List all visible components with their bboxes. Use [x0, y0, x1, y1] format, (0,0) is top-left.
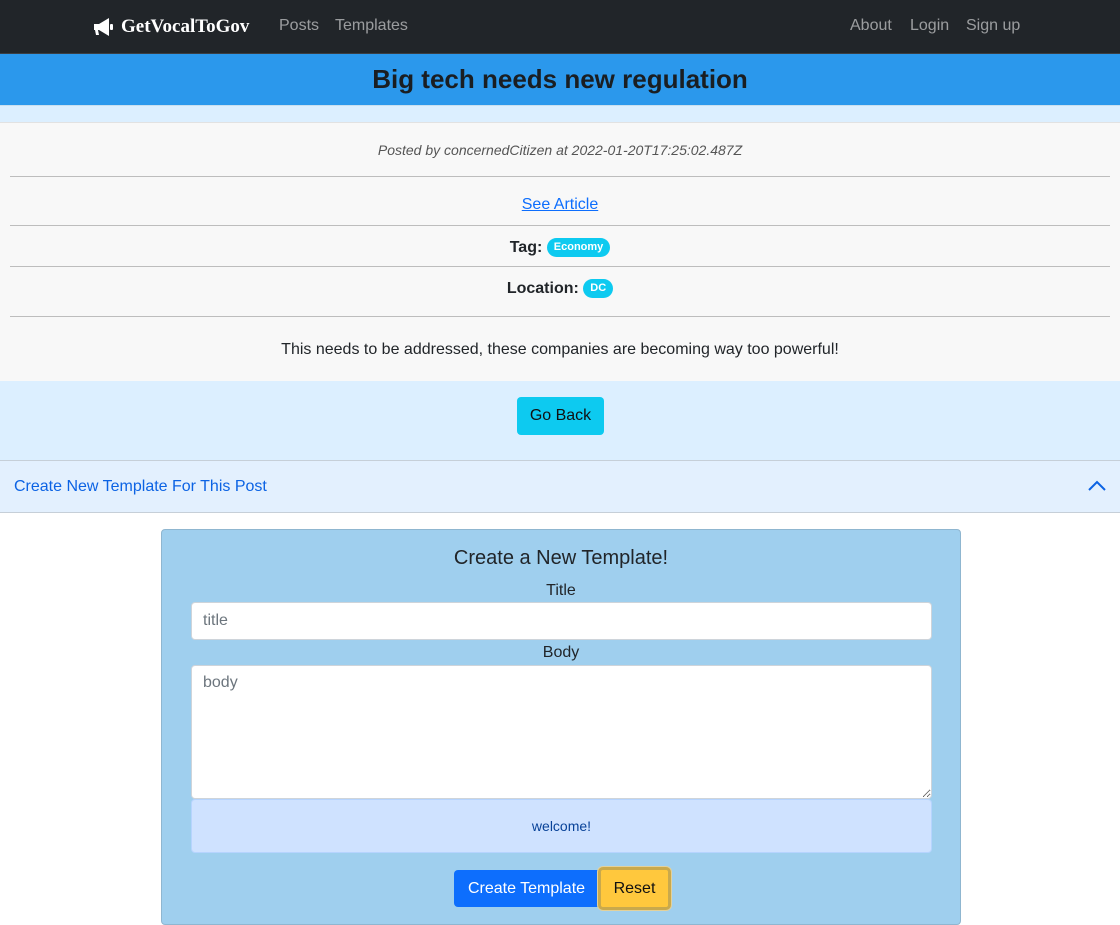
post-title: Big tech needs new regulation [372, 64, 748, 94]
post-meta: Posted by concernedCitizen at 2022-01-20… [377, 142, 743, 158]
article-row: See Article [0, 196, 1120, 214]
welcome-alert: welcome! [191, 799, 932, 853]
go-back-button[interactable]: Go Back [517, 397, 604, 435]
go-back-area: Go Back [0, 381, 1120, 460]
chevron-up-icon[interactable] [1088, 479, 1106, 497]
location-label: Location: [506, 280, 579, 297]
title-input[interactable] [191, 602, 932, 640]
nav-link-posts[interactable]: Posts [279, 16, 319, 36]
post-title-bar: Big tech needs new regulation [0, 54, 1120, 105]
tag-row: Tag: Economy [0, 238, 1120, 257]
post-card: Posted by concernedCitizen at 2022-01-20… [0, 122, 1120, 381]
post-body-row: This needs to be addressed, these compan… [0, 341, 1120, 359]
location-badge: DC [583, 279, 614, 298]
brand-name: GetVocalToGov [121, 16, 250, 37]
body-label: Body [542, 644, 580, 661]
post-body: This needs to be addressed, these compan… [281, 341, 839, 358]
megaphone-icon [92, 17, 116, 37]
brand-link[interactable]: GetVocalToGov [92, 14, 249, 40]
nav-link-about[interactable]: About [850, 16, 892, 36]
divider [10, 266, 1110, 267]
header-strip [0, 105, 1120, 122]
nav-link-signup[interactable]: Sign up [966, 16, 1020, 36]
divider [10, 176, 1110, 177]
reset-button[interactable]: Reset [598, 867, 671, 910]
tag-label: Tag: [509, 239, 543, 256]
accordion-title[interactable]: Create New Template For This Post [14, 478, 267, 496]
tag-badge: Economy [546, 238, 611, 257]
body-textarea[interactable] [191, 665, 932, 799]
nav-link-login[interactable]: Login [910, 16, 949, 36]
location-row: Location: DC [0, 279, 1120, 298]
create-template-button[interactable]: Create Template [454, 870, 599, 907]
template-form: Create a New Template! Title Body welcom… [161, 529, 961, 925]
see-article-link[interactable]: See Article [522, 196, 598, 213]
title-label: Title [546, 582, 576, 599]
nav-link-templates[interactable]: Templates [335, 16, 408, 36]
form-heading: Create a New Template! [453, 547, 669, 569]
divider [10, 316, 1110, 317]
accordion-header[interactable]: Create New Template For This Post [0, 460, 1120, 513]
navbar: GetVocalToGov Posts Templates About Logi… [0, 0, 1120, 54]
divider [10, 225, 1110, 226]
